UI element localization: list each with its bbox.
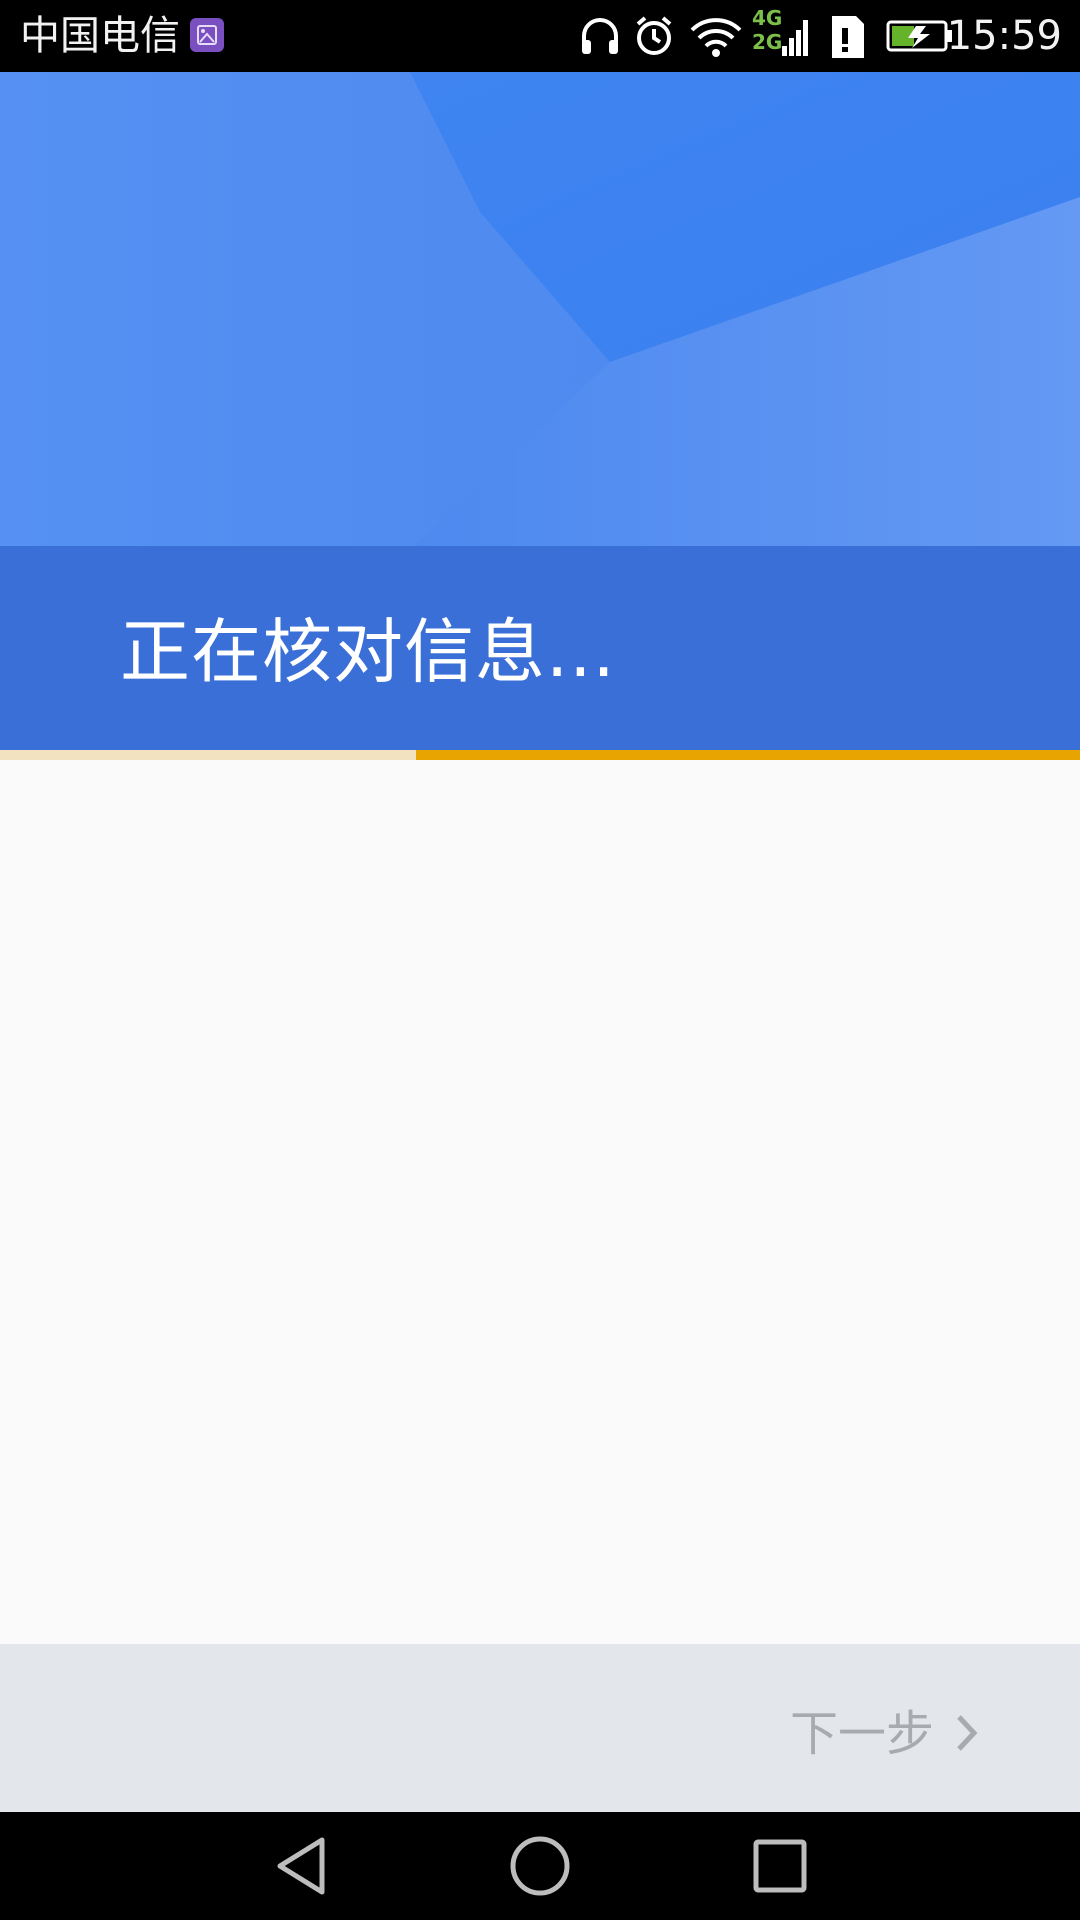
carrier-name: 中国电信 — [20, 13, 180, 59]
header-background-art — [0, 72, 1080, 550]
headphones-icon — [578, 14, 622, 62]
header-banner — [0, 72, 1080, 550]
content-area — [0, 760, 1080, 1644]
network-type: 4G 2G — [752, 6, 782, 54]
progress-fill — [416, 750, 1080, 760]
status-bar: 中国电信 4G 2G 15:59 — [0, 0, 1080, 72]
page-title: 正在核对信息... — [120, 611, 616, 693]
bottom-action-bar: 下一步 — [0, 1644, 1080, 1812]
chevron-right-icon — [954, 1709, 980, 1751]
gallery-notification-icon — [190, 18, 224, 52]
back-icon[interactable] — [270, 1834, 334, 1898]
wifi-icon — [688, 14, 744, 62]
progress-bar — [0, 750, 1080, 760]
cell-signal-icon — [782, 16, 810, 62]
clock: 15:59 — [946, 13, 1062, 59]
navigation-bar — [0, 1812, 1080, 1920]
next-step-label: 下一步 — [789, 1706, 934, 1762]
next-step-button[interactable]: 下一步 — [790, 1694, 980, 1764]
network-4g-label: 4G — [752, 6, 783, 30]
alarm-icon — [632, 14, 676, 62]
home-icon[interactable] — [508, 1834, 572, 1898]
recents-icon[interactable] — [748, 1834, 812, 1898]
battery-charging-icon — [886, 20, 954, 56]
screen: 中国电信 4G 2G 15:59 正在核对信息... 下一步 — [0, 0, 1080, 1920]
sim-card-icon — [828, 14, 868, 64]
network-2g-label: 2G — [752, 30, 783, 54]
